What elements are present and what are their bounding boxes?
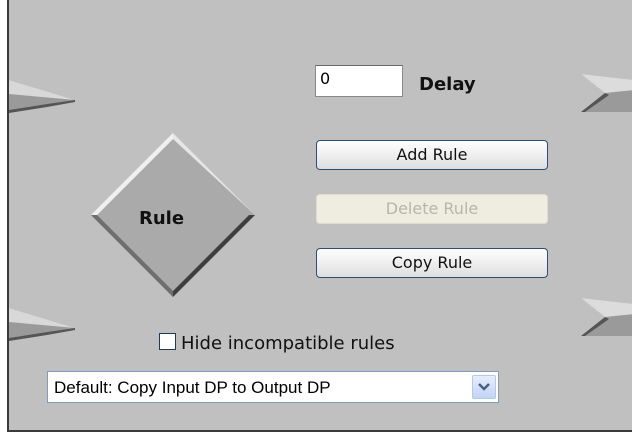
delay-label: Delay bbox=[419, 74, 476, 95]
rule-editor-panel: Delay Add Rule Delete Rule Copy Rule Rul… bbox=[7, 0, 632, 432]
chevron-down-icon bbox=[478, 383, 490, 391]
delay-input[interactable] bbox=[315, 65, 403, 97]
input-arrow-top-icon[interactable] bbox=[9, 74, 79, 114]
delete-rule-button[interactable]: Delete Rule bbox=[316, 194, 548, 224]
input-arrow-bottom-icon[interactable] bbox=[9, 302, 79, 342]
hide-incompatible-label[interactable]: Hide incompatible rules bbox=[181, 333, 395, 354]
rule-node-label: Rule bbox=[139, 208, 185, 229]
default-rule-select[interactable]: Default: Copy Input DP to Output DP bbox=[47, 371, 499, 403]
hide-incompatible-checkbox[interactable] bbox=[159, 333, 176, 350]
output-arrow-bottom-icon[interactable] bbox=[581, 298, 632, 338]
default-rule-select-value: Default: Copy Input DP to Output DP bbox=[54, 378, 331, 397]
dropdown-button[interactable] bbox=[472, 375, 496, 399]
output-arrow-top-icon[interactable] bbox=[581, 74, 632, 114]
add-rule-button[interactable]: Add Rule bbox=[316, 140, 548, 170]
copy-rule-button[interactable]: Copy Rule bbox=[316, 248, 548, 278]
